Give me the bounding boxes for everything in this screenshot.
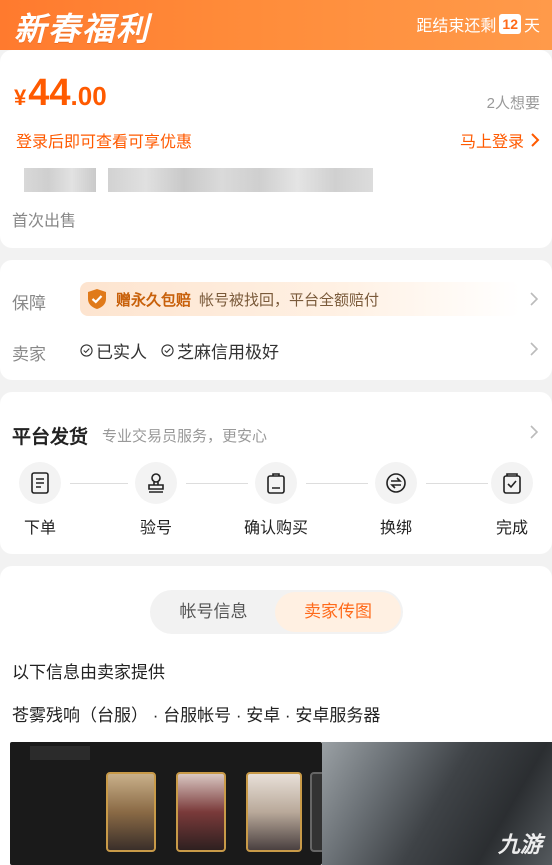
step-label: 验号 (139, 520, 172, 537)
price-currency: ¥ (14, 85, 27, 110)
shipping-steps: 下单 验号 确认购买 换绑 完成 (0, 462, 552, 542)
countdown: 距结束还剩 12 天 (416, 12, 540, 36)
order-icon (19, 462, 61, 504)
login-link-label: 马上登录 (459, 134, 524, 151)
step-order: 下单 (0, 462, 80, 538)
character-card (106, 772, 156, 852)
shield-icon (88, 289, 106, 309)
banner-title: 新春福利 (14, 10, 151, 48)
chevron-right-icon[interactable] (530, 425, 538, 439)
chevron-right-icon[interactable] (530, 342, 538, 356)
provided-by-note: 以下信息由卖家提供 (12, 663, 165, 682)
step-label: 确认购买 (243, 520, 308, 537)
step-confirm: 确认购买 (236, 462, 316, 538)
seller-tag-label: 已实人 (96, 343, 147, 362)
price-integer: 44 (28, 72, 71, 114)
price: ¥ 44 .00 (14, 72, 107, 115)
character-card (176, 772, 226, 852)
login-link[interactable]: 马上登录 (460, 128, 540, 152)
character-card (310, 772, 322, 852)
tab-account-info[interactable]: 帐号信息 (150, 590, 277, 634)
screenshot-topbar (30, 746, 90, 760)
seller-label: 卖家 (12, 345, 46, 364)
promo-banner: 新春福利 距结束还剩 12 天 (0, 0, 552, 50)
chevron-right-icon (531, 133, 540, 147)
want-count: 2人想要 (486, 95, 540, 112)
countdown-days: 12 (499, 14, 521, 34)
shipping-title: 平台发货 (12, 427, 89, 448)
chevron-right-icon[interactable] (530, 292, 538, 306)
guarantee-text: 帐号被找回，平台全额赔付 (199, 291, 380, 309)
countdown-suffix: 天 (523, 18, 540, 35)
blurred-image: 九游 (322, 742, 552, 865)
tab-switcher: 帐号信息 卖家传图 (150, 590, 403, 634)
tab-seller-images[interactable]: 卖家传图 (275, 592, 401, 632)
guarantee-row[interactable]: 赠永久包赔 帐号被找回，平台全额赔付 (80, 282, 520, 316)
seller-tag: 已实人 (80, 338, 147, 363)
step-done: 完成 (472, 462, 552, 538)
check-circle-icon (80, 344, 93, 357)
shipping-card: 平台发货 专业交易员服务，更安心 下单 验号 确认购买 换绑 完成 (0, 392, 552, 554)
step-label: 完成 (495, 520, 528, 537)
details-card: 帐号信息 卖家传图 以下信息由卖家提供 苍雾残响（台服） · 台服帐号 · 安卓… (0, 566, 552, 865)
character-card (246, 772, 302, 852)
step-label: 下单 (23, 520, 56, 537)
login-tip: 登录后即可查看可享优惠 (16, 134, 193, 151)
clipboard-icon (255, 462, 297, 504)
blurred-title (24, 168, 373, 192)
stamp-icon (135, 462, 177, 504)
shipping-subtitle: 专业交易员服务，更安心 (102, 428, 268, 445)
check-bag-icon (491, 462, 533, 504)
exchange-icon (375, 462, 417, 504)
countdown-prefix: 距结束还剩 (416, 18, 497, 35)
check-circle-icon (161, 344, 174, 357)
guarantee-badge: 赠永久包赔 (116, 291, 192, 309)
seller-tag-label: 芝麻信用极好 (177, 343, 279, 362)
seller-tags: 已实人 芝麻信用极好 (80, 338, 279, 363)
step-rebind: 换绑 (356, 462, 436, 538)
step-verify: 验号 (116, 462, 196, 538)
step-label: 换绑 (379, 520, 412, 537)
seller-tag: 芝麻信用极好 (161, 338, 279, 363)
price-decimal: .00 (70, 81, 107, 111)
watermark: 九游 (497, 832, 542, 857)
game-info: 苍雾残响（台服） · 台服帐号 · 安卓 · 安卓服务器 (12, 706, 381, 725)
guarantee-card: 保障 赠永久包赔 帐号被找回，平台全额赔付 卖家 已实人 芝麻信用极好 (0, 260, 552, 380)
first-sale-label: 首次出售 (12, 213, 77, 230)
price-card: ¥ 44 .00 2人想要 登录后即可查看可享优惠 马上登录 首次出售 (0, 50, 552, 248)
guarantee-label: 保障 (12, 294, 46, 313)
seller-screenshot[interactable] (10, 742, 322, 865)
